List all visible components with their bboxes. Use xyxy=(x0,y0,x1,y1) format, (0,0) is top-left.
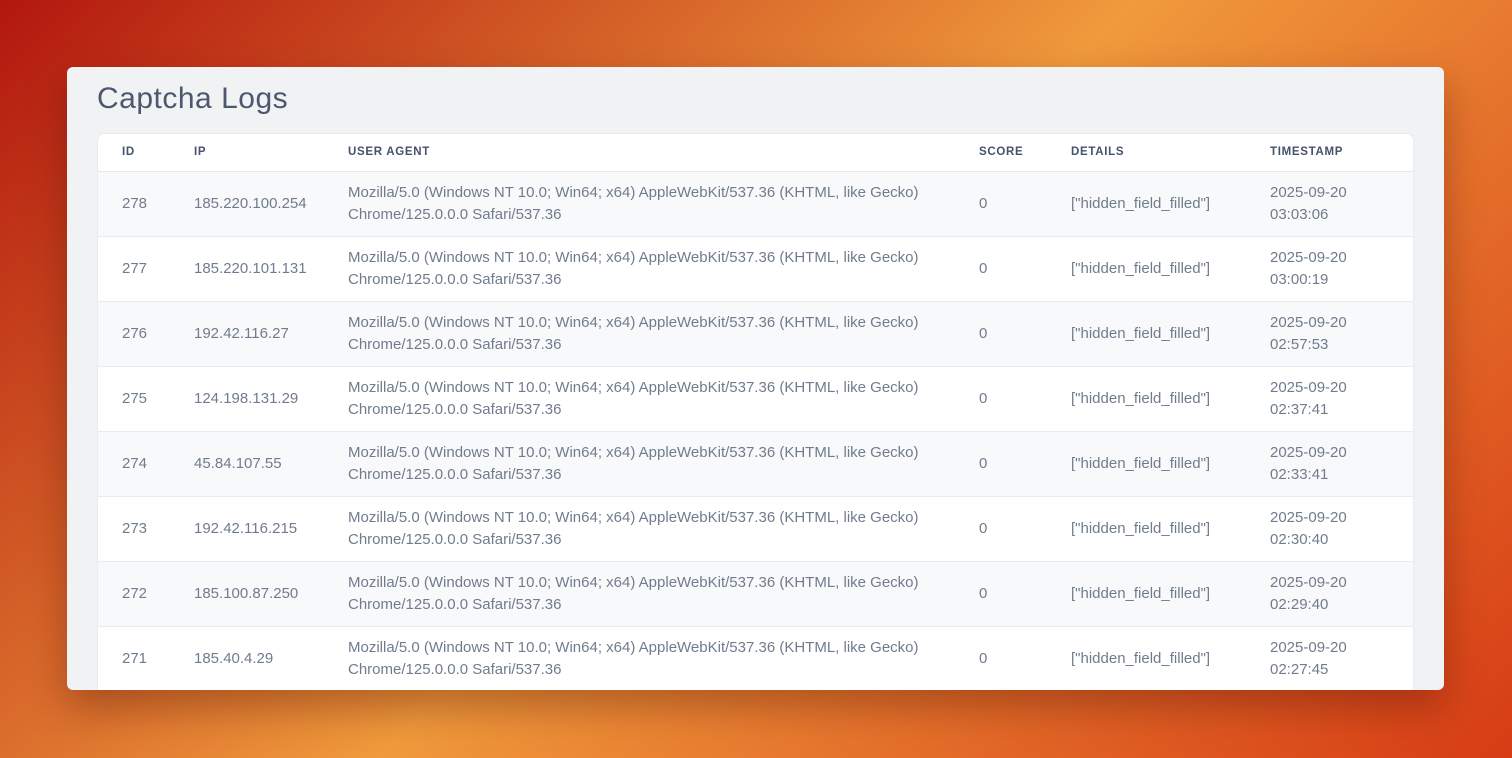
cell-id: 276 xyxy=(98,301,194,366)
table-row: 271 185.40.4.29 Mozilla/5.0 (Windows NT … xyxy=(98,626,1413,690)
cell-id: 274 xyxy=(98,431,194,496)
cell-user-agent: Mozilla/5.0 (Windows NT 10.0; Win64; x64… xyxy=(348,366,979,431)
cell-details: ["hidden_field_filled"] xyxy=(1071,626,1270,690)
cell-ip: 192.42.116.215 xyxy=(194,496,348,561)
table-header-row: ID IP USER AGENT SCORE DETAILS TIMESTAMP xyxy=(98,134,1413,171)
cell-score: 0 xyxy=(979,431,1071,496)
cell-timestamp: 2025-09-20 03:00:19 xyxy=(1270,236,1413,301)
cell-details: ["hidden_field_filled"] xyxy=(1071,431,1270,496)
cell-score: 0 xyxy=(979,561,1071,626)
captcha-logs-card: Captcha Logs ID IP USER AGENT SCORE DETA… xyxy=(67,67,1444,690)
table-body: 278 185.220.100.254 Mozilla/5.0 (Windows… xyxy=(98,171,1413,690)
cell-score: 0 xyxy=(979,496,1071,561)
cell-id: 277 xyxy=(98,236,194,301)
cell-user-agent: Mozilla/5.0 (Windows NT 10.0; Win64; x64… xyxy=(348,236,979,301)
cell-details: ["hidden_field_filled"] xyxy=(1071,561,1270,626)
cell-ip: 45.84.107.55 xyxy=(194,431,348,496)
cell-id: 275 xyxy=(98,366,194,431)
table-row: 274 45.84.107.55 Mozilla/5.0 (Windows NT… xyxy=(98,431,1413,496)
cell-score: 0 xyxy=(979,366,1071,431)
table-row: 277 185.220.101.131 Mozilla/5.0 (Windows… xyxy=(98,236,1413,301)
table-row: 276 192.42.116.27 Mozilla/5.0 (Windows N… xyxy=(98,301,1413,366)
cell-timestamp: 2025-09-20 02:33:41 xyxy=(1270,431,1413,496)
cell-details: ["hidden_field_filled"] xyxy=(1071,236,1270,301)
table-row: 278 185.220.100.254 Mozilla/5.0 (Windows… xyxy=(98,171,1413,236)
captcha-logs-table: ID IP USER AGENT SCORE DETAILS TIMESTAMP… xyxy=(98,134,1413,690)
cell-timestamp: 2025-09-20 02:29:40 xyxy=(1270,561,1413,626)
cell-score: 0 xyxy=(979,626,1071,690)
cell-timestamp: 2025-09-20 03:03:06 xyxy=(1270,171,1413,236)
cell-user-agent: Mozilla/5.0 (Windows NT 10.0; Win64; x64… xyxy=(348,496,979,561)
cell-timestamp: 2025-09-20 02:27:45 xyxy=(1270,626,1413,690)
cell-ip: 185.40.4.29 xyxy=(194,626,348,690)
column-header-details: DETAILS xyxy=(1071,134,1270,171)
cell-ip: 185.220.100.254 xyxy=(194,171,348,236)
cell-id: 273 xyxy=(98,496,194,561)
table-header: ID IP USER AGENT SCORE DETAILS TIMESTAMP xyxy=(98,134,1413,171)
cell-details: ["hidden_field_filled"] xyxy=(1071,171,1270,236)
cell-user-agent: Mozilla/5.0 (Windows NT 10.0; Win64; x64… xyxy=(348,171,979,236)
cell-ip: 185.220.101.131 xyxy=(194,236,348,301)
column-header-id: ID xyxy=(98,134,194,171)
card-header: Captcha Logs xyxy=(67,67,1444,133)
cell-user-agent: Mozilla/5.0 (Windows NT 10.0; Win64; x64… xyxy=(348,301,979,366)
cell-ip: 124.198.131.29 xyxy=(194,366,348,431)
table-row: 273 192.42.116.215 Mozilla/5.0 (Windows … xyxy=(98,496,1413,561)
cell-user-agent: Mozilla/5.0 (Windows NT 10.0; Win64; x64… xyxy=(348,431,979,496)
cell-details: ["hidden_field_filled"] xyxy=(1071,301,1270,366)
table-row: 272 185.100.87.250 Mozilla/5.0 (Windows … xyxy=(98,561,1413,626)
cell-score: 0 xyxy=(979,301,1071,366)
column-header-user-agent: USER AGENT xyxy=(348,134,979,171)
cell-id: 278 xyxy=(98,171,194,236)
cell-timestamp: 2025-09-20 02:30:40 xyxy=(1270,496,1413,561)
cell-score: 0 xyxy=(979,236,1071,301)
column-header-ip: IP xyxy=(194,134,348,171)
cell-score: 0 xyxy=(979,171,1071,236)
table-panel: ID IP USER AGENT SCORE DETAILS TIMESTAMP… xyxy=(97,133,1414,690)
column-header-timestamp: TIMESTAMP xyxy=(1270,134,1413,171)
cell-ip: 192.42.116.27 xyxy=(194,301,348,366)
cell-id: 271 xyxy=(98,626,194,690)
cell-timestamp: 2025-09-20 02:57:53 xyxy=(1270,301,1413,366)
cell-id: 272 xyxy=(98,561,194,626)
table-row: 275 124.198.131.29 Mozilla/5.0 (Windows … xyxy=(98,366,1413,431)
cell-details: ["hidden_field_filled"] xyxy=(1071,496,1270,561)
column-header-score: SCORE xyxy=(979,134,1071,171)
cell-user-agent: Mozilla/5.0 (Windows NT 10.0; Win64; x64… xyxy=(348,626,979,690)
cell-details: ["hidden_field_filled"] xyxy=(1071,366,1270,431)
cell-ip: 185.100.87.250 xyxy=(194,561,348,626)
cell-user-agent: Mozilla/5.0 (Windows NT 10.0; Win64; x64… xyxy=(348,561,979,626)
page-background: { "page": { "title": "Captcha Logs" }, "… xyxy=(0,0,1512,758)
page-title: Captcha Logs xyxy=(97,82,1414,116)
cell-timestamp: 2025-09-20 02:37:41 xyxy=(1270,366,1413,431)
